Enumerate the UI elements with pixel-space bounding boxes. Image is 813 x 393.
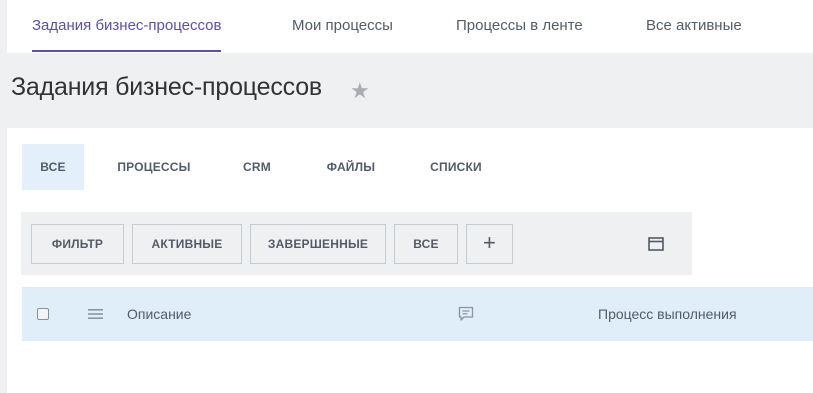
filter-bar: ФИЛЬТР АКТИВНЫЕ ЗАВЕРШЕННЫЕ ВСЕ + [21,212,692,275]
select-all-checkbox[interactable] [37,308,49,320]
window-settings-icon[interactable] [648,236,664,252]
menu-icon[interactable] [88,308,103,320]
filter-button[interactable]: ФИЛЬТР [31,224,124,264]
comment-icon [458,306,474,321]
subtab-lists[interactable]: СПИСКИ [417,144,495,190]
top-navigation: Задания бизнес-процессов Мои процессы Пр… [7,0,813,53]
page-title: Задания бизнес-процессов [11,73,322,101]
completed-filter-button[interactable]: ЗАВЕРШЕННЫЕ [250,224,386,264]
tab-my-processes[interactable]: Мои процессы [292,0,393,53]
table-header: Описание Процесс выполнения [22,287,813,341]
tab-bp-tasks[interactable]: Задания бизнес-процессов [32,0,222,53]
main-content: ВСЕ ПРОЦЕССЫ CRM ФАЙЛЫ СПИСКИ ФИЛЬТР АКТ… [7,128,813,393]
active-filter-button[interactable]: АКТИВНЫЕ [132,224,242,264]
tab-all-active[interactable]: Все активные [646,0,742,53]
subtab-all[interactable]: ВСЕ [22,144,84,190]
add-filter-button[interactable]: + [466,224,513,264]
star-icon[interactable]: ★ [350,77,370,105]
all-filter-button[interactable]: ВСЕ [394,224,458,264]
subtab-processes[interactable]: ПРОЦЕССЫ [102,144,206,190]
title-bar: Задания бизнес-процессов ★ [0,53,813,128]
tab-feed-processes[interactable]: Процессы в ленте [456,0,583,53]
page: Задания бизнес-процессов Мои процессы Пр… [0,0,813,393]
column-progress[interactable]: Процесс выполнения [598,287,737,341]
subtab-crm[interactable]: CRM [227,144,287,190]
column-description[interactable]: Описание [127,287,191,341]
subtab-files[interactable]: ФАЙЛЫ [312,144,390,190]
